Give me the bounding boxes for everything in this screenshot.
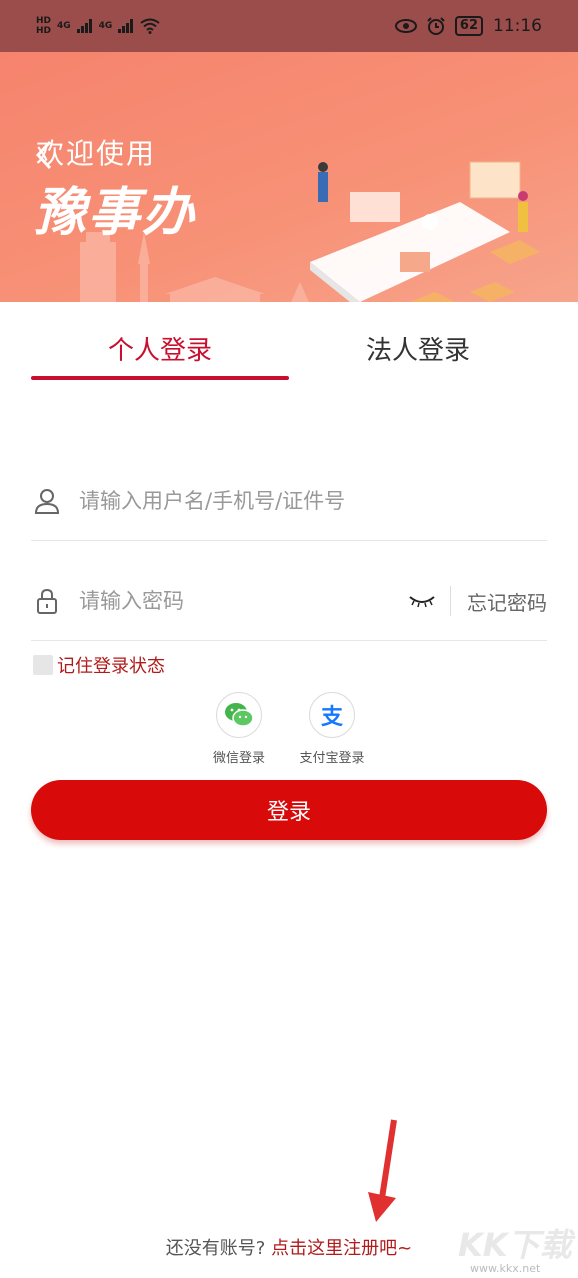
password-divider [450,586,451,616]
username-input[interactable] [77,488,547,514]
tab-legal-login[interactable]: 法人登录 [289,330,547,367]
wechat-icon [225,703,254,727]
lock-icon [37,588,57,614]
service-platform-illustration [310,161,540,302]
sim1-label: HD [36,16,52,26]
status-left: HD HD 4G 4G [36,16,160,36]
alipay-login-label: 支付宝登录 [299,751,365,766]
wechat-login-label: 微信登录 [212,751,265,766]
remember-login[interactable]: 记住登录状态 [33,652,165,678]
header-banner: 欢迎使用 豫事办 [0,52,578,302]
tab-personal-login[interactable]: 个人登录 [31,330,289,367]
watermark-logo: KK下载 [458,1226,572,1264]
password-row: 忘记密码 [31,562,547,641]
status-bar: HD HD 4G 4G 62 11:16 [0,0,578,52]
remember-checkbox[interactable] [33,655,53,675]
remember-label: 记住登录状态 [57,656,165,677]
signal1-icon [76,19,92,33]
eye-protection-icon [394,19,417,33]
sim-indicators: HD HD [36,16,51,36]
watermark-url: www.kkx.net [470,1262,541,1275]
network2-label: 4G [98,21,113,31]
wechat-circle [216,692,262,738]
eye-closed-icon[interactable] [408,591,436,611]
signal2-icon [118,19,134,33]
user-icon [34,489,60,514]
register-link[interactable]: 点击这里注册吧~ [271,1238,412,1259]
alarm-icon [427,17,445,35]
network1-label: 4G [57,21,71,31]
register-prompt-text: 还没有账号? [165,1238,266,1259]
alipay-icon: 支 [320,705,343,730]
alipay-circle: 支 [309,692,355,738]
username-row [31,462,547,541]
password-input[interactable] [77,588,408,614]
clock: 11:16 [493,16,542,36]
brand-logo: 豫事办 [34,183,197,243]
welcome-text: 欢迎使用 [36,137,157,170]
battery-indicator: 62 [454,16,483,36]
arrow-annotation-icon [368,1119,397,1222]
wechat-login-button[interactable]: 微信登录 [194,692,284,766]
sim2-label: HD [36,26,52,36]
status-right: 62 11:16 [394,16,542,36]
wifi-icon [140,18,160,34]
login-button[interactable]: 登录 [31,780,547,840]
alipay-login-button[interactable]: 支 支付宝登录 [287,692,377,766]
forgot-password-link[interactable]: 忘记密码 [467,587,547,616]
tab-active-indicator [31,376,289,380]
watermark: KK下载 www.kkx.net [458,1220,574,1276]
